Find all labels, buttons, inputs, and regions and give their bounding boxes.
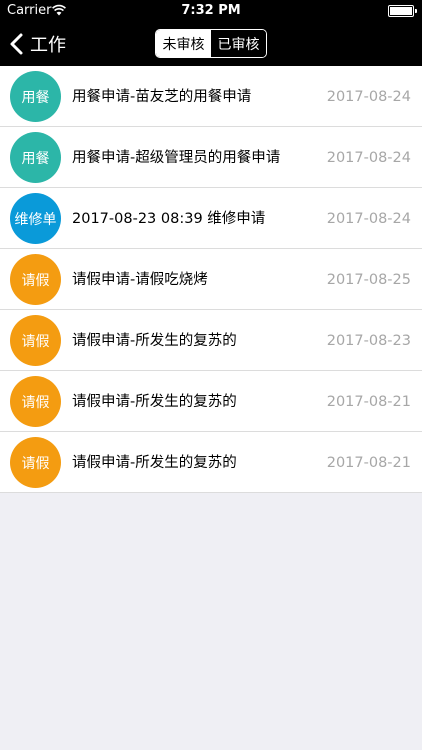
category-badge: 请假 (10, 315, 61, 366)
item-date: 2017-08-21 (326, 454, 411, 471)
item-title: 请假申请-请假吃烧烤 (72, 271, 208, 288)
item-date: 2017-08-24 (326, 88, 411, 105)
back-button[interactable]: 工作 (8, 28, 66, 60)
item-title: 用餐申请-超级管理员的用餐申请 (72, 149, 281, 166)
back-label: 工作 (30, 35, 66, 56)
request-list: 用餐 用餐申请-苗友芝的用餐申请 2017-08-24 用餐 用餐申请-超级管理… (0, 66, 422, 493)
item-title: 2017-08-23 08:39 维修申请 (72, 210, 266, 227)
review-status-segmented-control: 未审核 已审核 (155, 29, 267, 58)
list-item[interactable]: 用餐 用餐申请-苗友芝的用餐申请 2017-08-24 (0, 66, 422, 127)
list-item[interactable]: 请假 请假申请-请假吃烧烤 2017-08-25 (0, 249, 422, 310)
list-item[interactable]: 维修单 2017-08-23 08:39 维修申请 2017-08-24 (0, 188, 422, 249)
item-date: 2017-08-23 (326, 332, 411, 349)
top-bar: Carrier 7:32 PM 工作 未审核 已审核 (0, 0, 422, 66)
item-date: 2017-08-24 (326, 210, 411, 227)
item-title: 请假申请-所发生的复苏的 (72, 454, 237, 471)
item-title: 用餐申请-苗友芝的用餐申请 (72, 88, 252, 105)
category-badge: 用餐 (10, 132, 61, 183)
status-bar: Carrier 7:32 PM (0, 0, 422, 22)
navigation-bar: 工作 未审核 已审核 (0, 22, 422, 66)
item-date: 2017-08-25 (326, 271, 411, 288)
category-badge: 请假 (10, 437, 61, 488)
item-date: 2017-08-21 (326, 393, 411, 410)
list-item[interactable]: 用餐 用餐申请-超级管理员的用餐申请 2017-08-24 (0, 127, 422, 188)
chevron-left-icon (10, 33, 23, 55)
item-title: 请假申请-所发生的复苏的 (72, 332, 237, 349)
segment-unreviewed[interactable]: 未审核 (156, 30, 211, 57)
clock: 7:32 PM (181, 3, 241, 18)
category-badge: 维修单 (10, 193, 61, 244)
category-badge: 用餐 (10, 71, 61, 122)
category-badge: 请假 (10, 376, 61, 427)
category-badge: 请假 (10, 254, 61, 305)
item-date: 2017-08-24 (326, 149, 411, 166)
battery-icon (388, 5, 417, 17)
list-item[interactable]: 请假 请假申请-所发生的复苏的 2017-08-23 (0, 310, 422, 371)
segment-reviewed[interactable]: 已审核 (211, 30, 266, 57)
item-title: 请假申请-所发生的复苏的 (72, 393, 237, 410)
list-item[interactable]: 请假 请假申请-所发生的复苏的 2017-08-21 (0, 371, 422, 432)
list-item[interactable]: 请假 请假申请-所发生的复苏的 2017-08-21 (0, 432, 422, 493)
